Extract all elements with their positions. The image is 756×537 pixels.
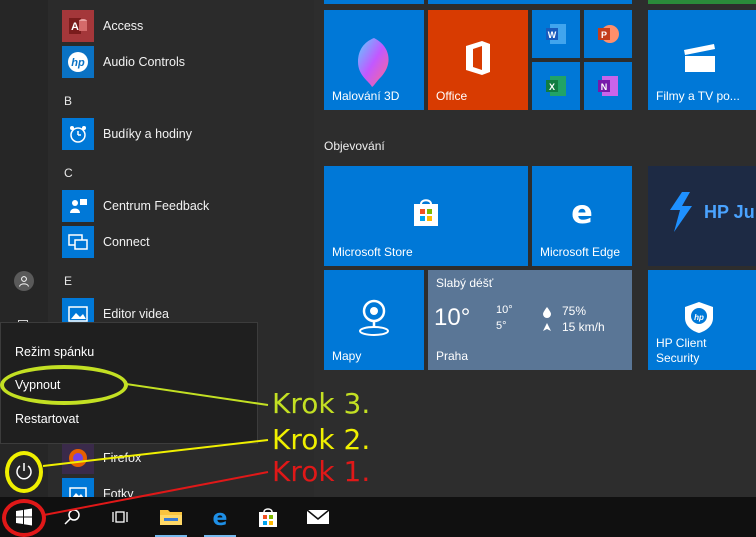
step3-pointer-line xyxy=(125,383,269,406)
step1-label: Krok 1. xyxy=(272,455,371,488)
step2-pointer-line xyxy=(42,439,269,467)
step1-pointer-line xyxy=(43,471,269,516)
annotation-lines xyxy=(42,383,269,516)
step3-label: Krok 3. xyxy=(272,387,371,420)
step2-label: Krok 2. xyxy=(272,423,371,456)
